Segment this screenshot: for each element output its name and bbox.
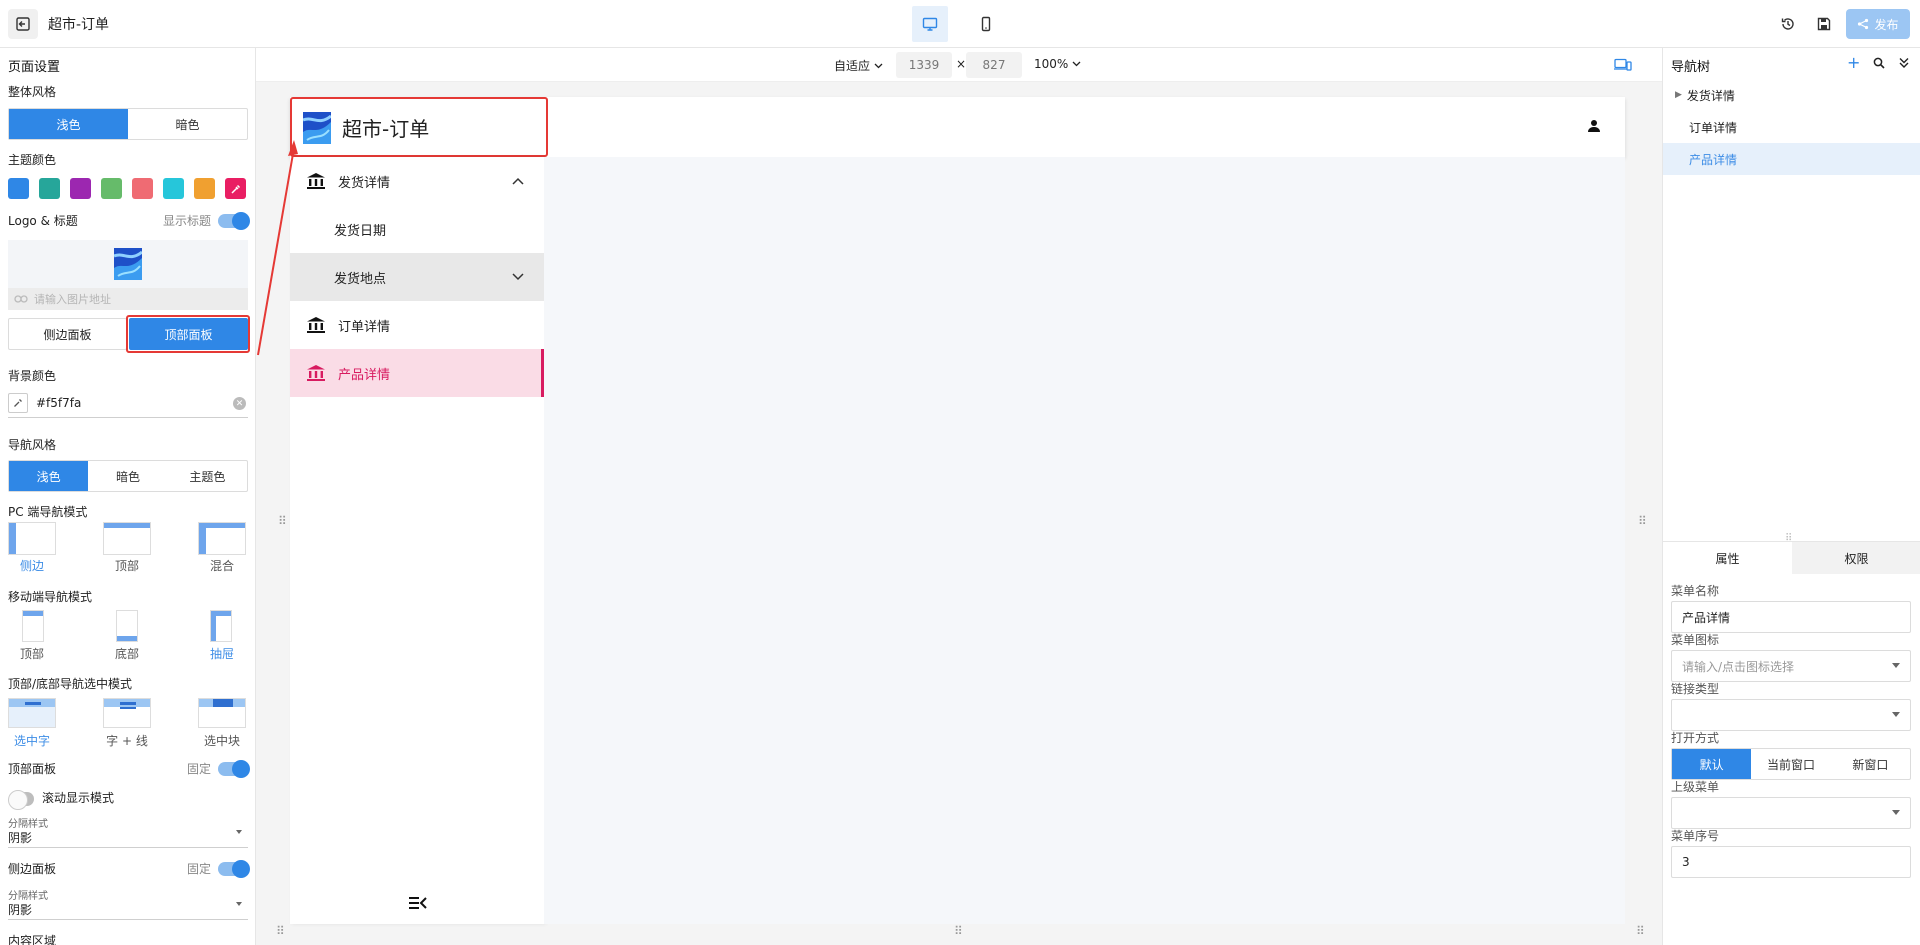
menu-order-label: 菜单序号 (1671, 829, 1720, 843)
add-icon[interactable]: + (1847, 55, 1860, 71)
link-type-label: 链接类型 (1671, 682, 1720, 696)
search-button[interactable] (1873, 57, 1885, 69)
open-mode-toggle: 默认 当前窗口 新窗口 (1671, 748, 1911, 780)
collapse-all-button[interactable] (1899, 57, 1909, 69)
open-mode-current-window[interactable]: 当前窗口 (1751, 749, 1830, 779)
dropdown-caret-icon (1892, 663, 1900, 668)
tree-item-label: 发货详情 (1686, 88, 1735, 103)
menu-name-label: 菜单名称 (1671, 584, 1720, 598)
expand-arrow-icon[interactable]: ▶ (1675, 90, 1682, 100)
open-mode-new-window[interactable]: 新窗口 (1831, 749, 1910, 779)
tree-item-label: 产品详情 (1689, 152, 1738, 167)
search-icon (1873, 57, 1885, 69)
annotation-arrow (257, 140, 298, 356)
dropdown-caret-icon (1892, 810, 1900, 815)
menu-icon-select[interactable]: 请输入/点击图标选择 (1671, 650, 1911, 682)
double-chevron-down-icon (1899, 58, 1909, 68)
dropdown-caret-icon (1892, 712, 1900, 717)
menu-name-input[interactable]: 产品详情 (1671, 601, 1911, 633)
open-mode-default[interactable]: 默认 (1672, 749, 1752, 779)
tab-properties[interactable]: 属性 (1663, 542, 1792, 574)
tree-item-label: 订单详情 (1689, 120, 1738, 135)
link-type-select[interactable] (1671, 699, 1911, 731)
tree-item-product[interactable]: 产品详情 (1663, 143, 1920, 175)
tree-item-shipping[interactable]: ▶ 发货详情 (1663, 79, 1920, 111)
menu-icon-label: 菜单图标 (1671, 633, 1720, 647)
nav-tree-title: 导航树 (1671, 60, 1711, 75)
properties-panel: 导航树 + ▶ 发货详情 订单详情 产品详情 ⠿ 属性 权限 菜单名称 产品详情… (1662, 48, 1920, 945)
parent-menu-label: 上级菜单 (1671, 780, 1720, 794)
tree-item-order[interactable]: 订单详情 (1663, 111, 1920, 143)
tab-permissions[interactable]: 权限 (1792, 542, 1920, 574)
parent-menu-select[interactable] (1671, 797, 1911, 829)
menu-icon-placeholder: 请输入/点击图标选择 (1682, 659, 1795, 674)
open-mode-label: 打开方式 (1671, 731, 1720, 745)
menu-order-input[interactable]: 3 (1671, 846, 1911, 878)
